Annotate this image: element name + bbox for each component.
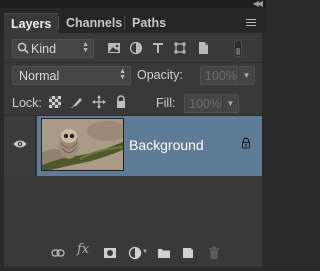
chevron-down-icon: ▼	[226, 99, 235, 108]
panel-menu-icon[interactable]	[246, 19, 258, 28]
fill-input[interactable]: 100%	[184, 94, 222, 113]
shape-filter-icon[interactable]	[173, 41, 187, 55]
image-filter-icon[interactable]	[107, 41, 121, 55]
updown-arrows-icon: ▲ ▼	[82, 41, 89, 54]
lock-all-icon[interactable]	[114, 95, 128, 109]
tab-channels[interactable]: Channels	[59, 13, 129, 33]
link-layers-icon[interactable]	[51, 246, 65, 260]
updown-arrows-icon: ▲ ▼	[119, 68, 126, 81]
layer-list: Background	[4, 116, 262, 241]
collapse-panel-icon[interactable]: ◀◀	[253, 0, 263, 8]
new-layer-icon[interactable]	[181, 246, 195, 260]
search-icon	[17, 42, 29, 54]
filter-kind-select[interactable]: Kind ▲ ▼	[12, 39, 94, 58]
fill-label: Fill:	[156, 96, 176, 110]
type-filter-icon[interactable]	[151, 41, 165, 55]
divider	[4, 62, 262, 63]
adjustment-filter-icon[interactable]	[129, 41, 143, 55]
new-group-icon[interactable]	[157, 246, 171, 260]
layer-background[interactable]: Background	[37, 116, 262, 176]
chevron-down-icon: ▼	[142, 249, 148, 255]
opacity-input[interactable]: 100%	[200, 66, 238, 85]
panel-top-strip: ◀◀	[0, 0, 266, 8]
smart-object-filter-icon[interactable]	[196, 41, 210, 55]
tab-paths[interactable]: Paths	[125, 13, 173, 33]
lock-image-pixels-icon[interactable]	[70, 95, 84, 109]
fx-icon[interactable]: fx	[77, 242, 89, 257]
visibility-toggle[interactable]	[4, 116, 36, 176]
blend-mode-select[interactable]: Normal ▲ ▼	[12, 66, 131, 85]
tab-bar: Layers Channels Paths	[0, 8, 266, 33]
opacity-label: Opacity:	[137, 68, 183, 82]
adjustment-layer-icon[interactable]	[128, 246, 142, 260]
layer-thumbnail	[41, 118, 124, 171]
lock-position-icon[interactable]	[92, 95, 106, 109]
layer-name: Background	[129, 137, 204, 153]
eye-icon	[13, 140, 27, 148]
add-mask-icon[interactable]	[103, 246, 117, 260]
opacity-dropdown-button[interactable]: ▼	[238, 66, 255, 85]
filter-toggle[interactable]	[234, 40, 242, 57]
tab-layers[interactable]: Layers	[4, 13, 59, 33]
chevron-down-icon: ▼	[242, 71, 251, 80]
layers-panel: Kind ▲ ▼ Normal ▲ ▼ Opacity: 100% ▼ Lock:	[4, 33, 262, 267]
lock-label: Lock:	[12, 96, 42, 110]
blend-mode-value: Normal	[19, 69, 60, 83]
layers-bottom-bar: fx ▼	[4, 241, 262, 267]
delete-layer-icon[interactable]	[207, 246, 221, 260]
fill-dropdown-button[interactable]: ▼	[222, 94, 239, 113]
lock-transparent-pixels-icon[interactable]	[48, 95, 62, 109]
owl-image	[42, 119, 123, 170]
layer-row[interactable]: Background	[4, 116, 262, 176]
layer-lock-icon	[242, 137, 250, 149]
filter-kind-label: Kind	[31, 42, 57, 56]
